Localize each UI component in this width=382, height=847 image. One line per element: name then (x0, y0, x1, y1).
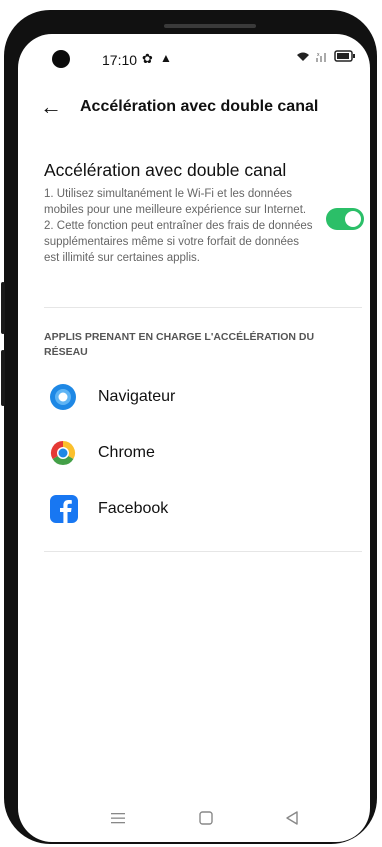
toggle-knob (345, 211, 361, 227)
page-title: Accélération avec double canal (80, 98, 319, 115)
section-label: APPLIS PRENANT EN CHARGE L'ACCÉLÉRATION … (44, 331, 315, 358)
status-bar: 17:10 ✿ ▲ x (18, 34, 370, 86)
svg-text:x: x (317, 52, 320, 58)
settings-notification-icon: ✿ (142, 51, 153, 66)
screen: 17:10 ✿ ▲ x ← Accélération avec double c… (18, 34, 370, 842)
app-item-facebook[interactable]: Facebook (44, 494, 344, 530)
power-button (1, 282, 5, 334)
front-camera (52, 50, 70, 68)
app-label: Navigateur (98, 388, 176, 405)
browser-icon (50, 384, 76, 410)
divider (44, 307, 362, 308)
battery-icon (334, 50, 355, 62)
back-arrow-icon[interactable]: ← (40, 94, 62, 120)
menu-icon[interactable] (110, 810, 126, 826)
wifi-icon (297, 52, 309, 61)
app-label: Facebook (98, 500, 169, 517)
app-item-chrome[interactable]: Chrome (44, 438, 344, 474)
system-nav-bar (18, 810, 370, 838)
back-triangle-icon[interactable] (284, 810, 300, 826)
status-time: 17:10 (102, 52, 138, 68)
setting-title: Accélération avec double canal (44, 160, 287, 180)
signal-icon: x (316, 52, 326, 62)
status-icons: x (296, 50, 356, 62)
chrome-icon (50, 441, 76, 466)
dual-channel-toggle[interactable] (326, 208, 364, 230)
setting-description: 1. Utilisez simultanément le Wi-Fi et le… (44, 188, 313, 264)
earpiece-speaker (164, 24, 256, 28)
app-item-navigateur[interactable]: Navigateur (44, 382, 344, 418)
home-icon[interactable] (198, 810, 214, 826)
app-header: ← Accélération avec double canal (18, 92, 370, 128)
volume-button (1, 350, 5, 406)
app-label: Chrome (98, 444, 155, 461)
alert-notification-icon: ▲ (160, 51, 172, 65)
divider (44, 551, 362, 552)
facebook-icon (50, 495, 78, 523)
phone-frame: 17:10 ✿ ▲ x ← Accélération avec double c… (1, 10, 377, 844)
